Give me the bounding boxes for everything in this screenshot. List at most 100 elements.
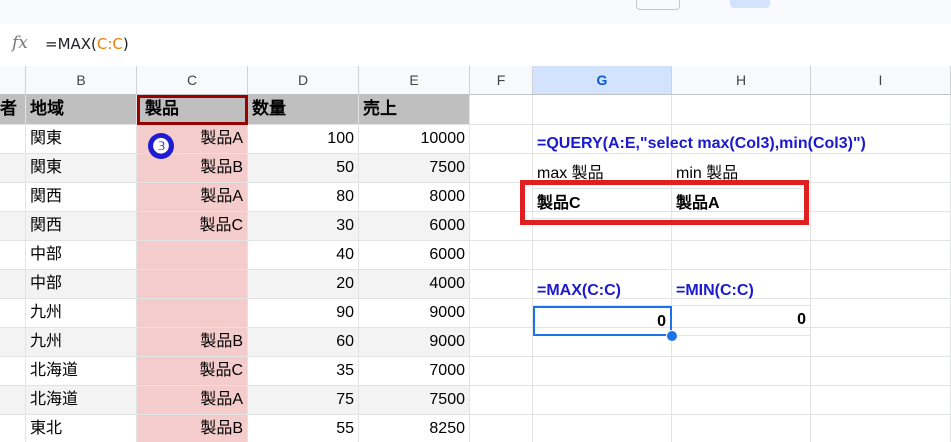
- cell-d-10[interactable]: 75: [248, 386, 359, 415]
- spreadsheet-grid[interactable]: B C D E F G H I 者 地域 製品 数量 売上 関東 製品A 100 10…: [0, 66, 951, 442]
- cell-i-8[interactable]: [811, 328, 951, 357]
- cell-d-1[interactable]: 100: [248, 125, 359, 154]
- formula-input[interactable]: =MAX(C:C): [45, 35, 129, 53]
- cell-d-9[interactable]: 35: [248, 357, 359, 386]
- cell-a-4[interactable]: [0, 212, 26, 241]
- cell-f-10[interactable]: [470, 386, 533, 415]
- cell-c-7[interactable]: [137, 299, 248, 328]
- cell-i-7[interactable]: [811, 299, 951, 328]
- min-result-cell[interactable]: 0: [672, 306, 811, 336]
- cell-i-header[interactable]: [811, 95, 951, 125]
- cell-b-header[interactable]: 地域: [26, 95, 137, 125]
- cell-b-11[interactable]: 東北: [26, 415, 137, 442]
- fill-handle[interactable]: [666, 330, 678, 342]
- cell-b-2[interactable]: 関東: [26, 154, 137, 183]
- cell-i-3[interactable]: [811, 183, 951, 212]
- toolbar-button[interactable]: [636, 0, 680, 10]
- cell-c-5[interactable]: [137, 241, 248, 270]
- cell-a-8[interactable]: [0, 328, 26, 357]
- cell-d-2[interactable]: 50: [248, 154, 359, 183]
- cell-d-7[interactable]: 90: [248, 299, 359, 328]
- cell-g-header[interactable]: [533, 95, 672, 125]
- cell-c-header[interactable]: 製品: [137, 95, 248, 125]
- cell-e-9[interactable]: 7000: [359, 357, 470, 386]
- cell-g-11[interactable]: [533, 415, 672, 442]
- column-header-f[interactable]: F: [470, 66, 533, 95]
- cell-e-5[interactable]: 6000: [359, 241, 470, 270]
- cell-c-4[interactable]: 製品C: [137, 212, 248, 241]
- cell-b-3[interactable]: 関西: [26, 183, 137, 212]
- cell-d-4[interactable]: 30: [248, 212, 359, 241]
- cell-b-6[interactable]: 中部: [26, 270, 137, 299]
- cell-e-11[interactable]: 8250: [359, 415, 470, 442]
- cell-f-6[interactable]: [470, 270, 533, 299]
- cell-i-6[interactable]: [811, 270, 951, 299]
- cell-f-11[interactable]: [470, 415, 533, 442]
- column-header-e[interactable]: E: [359, 66, 470, 95]
- column-header-i[interactable]: I: [811, 66, 951, 95]
- cell-e-8[interactable]: 9000: [359, 328, 470, 357]
- column-header-b[interactable]: B: [26, 66, 137, 95]
- min-formula-label[interactable]: =MIN(C:C): [672, 277, 811, 306]
- cell-i-11[interactable]: [811, 415, 951, 442]
- cell-g-9[interactable]: [533, 357, 672, 386]
- cell-f-9[interactable]: [470, 357, 533, 386]
- cell-h-header[interactable]: [672, 95, 811, 125]
- cell-b-7[interactable]: 九州: [26, 299, 137, 328]
- cell-d-11[interactable]: 55: [248, 415, 359, 442]
- cell-e-3[interactable]: 8000: [359, 183, 470, 212]
- column-header-a[interactable]: [0, 66, 26, 95]
- cell-h-10[interactable]: [672, 386, 811, 415]
- cell-c-8[interactable]: 製品B: [137, 328, 248, 357]
- cell-e-4[interactable]: 6000: [359, 212, 470, 241]
- cell-e-1[interactable]: 10000: [359, 125, 470, 154]
- cell-h-11[interactable]: [672, 415, 811, 442]
- cell-h-9[interactable]: [672, 357, 811, 386]
- cell-d-6[interactable]: 20: [248, 270, 359, 299]
- cell-f-2[interactable]: [470, 154, 533, 183]
- cell-a-3[interactable]: [0, 183, 26, 212]
- cell-h-5[interactable]: [672, 241, 811, 270]
- cell-f-header[interactable]: [470, 95, 533, 125]
- cell-a-11[interactable]: [0, 415, 26, 442]
- cell-c-3[interactable]: 製品A: [137, 183, 248, 212]
- cell-b-8[interactable]: 九州: [26, 328, 137, 357]
- cell-a-5[interactable]: [0, 241, 26, 270]
- cell-c-10[interactable]: 製品A: [137, 386, 248, 415]
- column-header-h[interactable]: H: [672, 66, 811, 95]
- cell-c-9[interactable]: 製品C: [137, 357, 248, 386]
- cell-f-8[interactable]: [470, 328, 533, 357]
- cell-a-7[interactable]: [0, 299, 26, 328]
- cell-d-5[interactable]: 40: [248, 241, 359, 270]
- cell-a-6[interactable]: [0, 270, 26, 299]
- cell-e-10[interactable]: 7500: [359, 386, 470, 415]
- cell-b-5[interactable]: 中部: [26, 241, 137, 270]
- cell-b-4[interactable]: 関西: [26, 212, 137, 241]
- cell-b-9[interactable]: 北海道: [26, 357, 137, 386]
- cell-c-6[interactable]: [137, 270, 248, 299]
- query-formula-text[interactable]: =QUERY(A:E,"select max(Col3),min(Col3)"): [533, 130, 951, 159]
- cell-i-5[interactable]: [811, 241, 951, 270]
- cell-e-2[interactable]: 7500: [359, 154, 470, 183]
- cell-e-header[interactable]: 売上: [359, 95, 470, 125]
- max-result-cell[interactable]: 0: [533, 306, 672, 336]
- cell-e-6[interactable]: 4000: [359, 270, 470, 299]
- cell-i-4[interactable]: [811, 212, 951, 241]
- cell-d-8[interactable]: 60: [248, 328, 359, 357]
- cell-b-1[interactable]: 関東: [26, 125, 137, 154]
- cell-f-1[interactable]: [470, 125, 533, 154]
- cell-d-3[interactable]: 80: [248, 183, 359, 212]
- toolbar-button-active[interactable]: [730, 0, 770, 8]
- cell-a-10[interactable]: [0, 386, 26, 415]
- cell-f-7[interactable]: [470, 299, 533, 328]
- cell-a-2[interactable]: [0, 154, 26, 183]
- cell-g-10[interactable]: [533, 386, 672, 415]
- cell-e-7[interactable]: 9000: [359, 299, 470, 328]
- column-header-d[interactable]: D: [248, 66, 359, 95]
- cell-g-5[interactable]: [533, 241, 672, 270]
- cell-c-11[interactable]: 製品B: [137, 415, 248, 442]
- cell-f-5[interactable]: [470, 241, 533, 270]
- cell-i-9[interactable]: [811, 357, 951, 386]
- max-formula-label[interactable]: =MAX(C:C): [533, 277, 672, 306]
- column-header-g[interactable]: G: [533, 66, 672, 95]
